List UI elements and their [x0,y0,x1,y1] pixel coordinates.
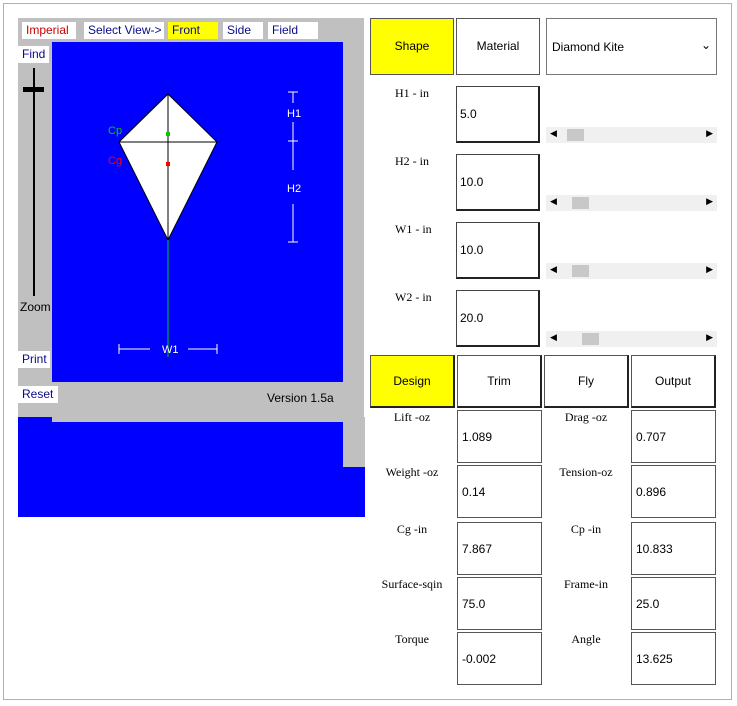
units-toggle-button[interactable]: Imperial [22,22,76,39]
secondary-view-notch [52,417,343,422]
param-field-h1[interactable]: 5.0 [456,86,540,143]
cp-marker-icon [166,132,170,136]
kite-type-select[interactable]: Diamond Kite ⌄ [546,18,717,75]
output-value-drag: 0.707 [631,410,716,463]
secondary-view-gray-edge [343,417,365,467]
output-label-tension: Tension-oz [559,465,613,479]
kite-drawing: Cp Cg H1 H2 W1 [108,91,301,357]
scroll-left-icon[interactable]: ◀ [550,264,557,275]
scroll-right-icon[interactable]: ▶ [706,128,713,139]
output-value-cp: 10.833 [631,522,716,575]
param-slider-thumb-h1[interactable] [567,129,584,141]
scroll-left-icon[interactable]: ◀ [550,128,557,139]
tab-fly[interactable]: Fly [544,355,629,408]
output-label-surface: Surface-sqin [381,577,443,591]
tab-side-view[interactable]: Side [223,22,263,39]
output-label-angle: Angle [571,632,601,646]
output-label-drag: Drag -oz [564,410,608,424]
param-label-w1: W1 - in [395,222,432,236]
param-slider-w2[interactable]: ◀ ▶ [546,331,717,347]
scroll-right-icon[interactable]: ▶ [706,264,713,275]
output-value-weight: 0.14 [457,465,542,518]
param-field-w1[interactable]: 10.0 [456,222,540,279]
print-button[interactable]: Print [18,351,50,368]
output-label-torque: Torque [395,632,429,646]
h1-dimension-label: H1 [287,108,301,120]
output-value-cg: 7.867 [457,522,542,575]
cp-label: Cp [108,125,122,137]
kite-type-select-value: Diamond Kite [552,40,625,54]
zoom-slider-track[interactable] [33,68,35,296]
tab-material[interactable]: Material [456,18,540,75]
param-slider-thumb-w2[interactable] [582,333,599,345]
param-label-w2: W2 - in [395,290,432,304]
cg-marker-icon [166,162,170,166]
tab-field-view[interactable]: Field [268,22,318,39]
scroll-right-icon[interactable]: ▶ [706,196,713,207]
find-button[interactable]: Find [18,46,49,63]
kite-view-canvas[interactable]: Cp Cg H1 H2 W1 [52,42,343,382]
output-label-frame: Frame-in [564,577,608,591]
output-value-lift: 1.089 [457,410,542,463]
tab-trim[interactable]: Trim [457,355,542,408]
param-slider-h1[interactable]: ◀ ▶ [546,127,717,143]
scroll-left-icon[interactable]: ◀ [550,196,557,207]
cg-label: Cg [108,155,122,167]
tab-design[interactable]: Design [370,355,455,408]
param-slider-h2[interactable]: ◀ ▶ [546,195,717,211]
w1-dimension-label: W1 [162,344,179,356]
output-label-lift: Lift -oz [393,410,431,424]
param-label-h1: H1 - in [395,86,429,100]
output-label-weight: Weight -oz [385,465,439,479]
output-value-tension: 0.896 [631,465,716,518]
param-slider-w1[interactable]: ◀ ▶ [546,263,717,279]
output-label-cp: Cp -in [570,522,602,536]
scroll-left-icon[interactable]: ◀ [550,332,557,343]
output-label-cg: Cg -in [396,522,428,536]
param-field-h2[interactable]: 10.0 [456,154,540,211]
zoom-slider-thumb[interactable] [23,87,44,92]
zoom-label: Zoom [20,300,51,314]
scroll-right-icon[interactable]: ▶ [706,332,713,343]
param-field-w2[interactable]: 20.0 [456,290,540,347]
tab-shape[interactable]: Shape [370,18,454,75]
secondary-view-canvas [18,417,365,517]
reset-button[interactable]: Reset [18,386,58,403]
tab-output[interactable]: Output [631,355,716,408]
select-view-label: Select View-> [84,22,164,39]
version-label: Version 1.5a [267,391,334,405]
h2-dimension-label: H2 [287,183,301,195]
param-slider-thumb-w1[interactable] [572,265,589,277]
output-value-angle: 13.625 [631,632,716,685]
tab-front-view[interactable]: Front [168,22,218,39]
param-label-h2: H2 - in [395,154,429,168]
output-value-torque: -0.002 [457,632,542,685]
output-value-surface: 75.0 [457,577,542,630]
param-slider-thumb-h2[interactable] [572,197,589,209]
output-value-frame: 25.0 [631,577,716,630]
chevron-down-icon: ⌄ [700,38,711,52]
